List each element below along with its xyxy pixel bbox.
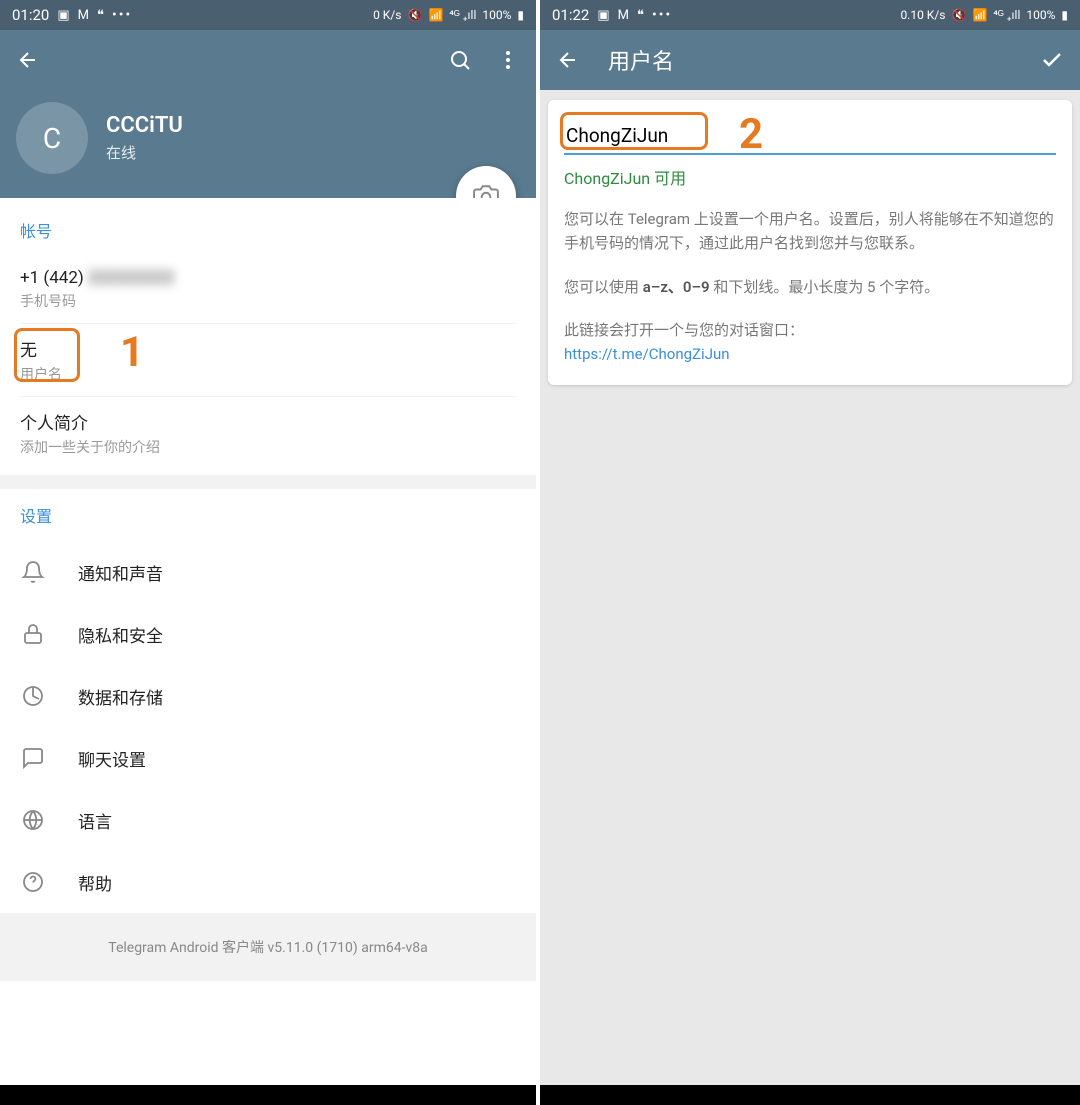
bio-value: 个人简介 bbox=[20, 409, 516, 434]
settings-header: 设置 bbox=[20, 503, 516, 527]
chat-icon bbox=[20, 745, 46, 771]
bell-icon bbox=[20, 559, 46, 585]
search-icon[interactable] bbox=[448, 48, 472, 72]
more-icon: ••• bbox=[112, 7, 132, 23]
settings-section: 设置 bbox=[0, 489, 536, 541]
status-time: 01:22 bbox=[552, 6, 589, 24]
settings-label: 帮助 bbox=[78, 870, 112, 895]
account-header: 帐号 bbox=[20, 218, 516, 242]
settings-list: 通知和声音 隐私和安全 数据和存储 聊天设置 语言 帮助 bbox=[0, 541, 536, 913]
more-icon: ••• bbox=[652, 7, 672, 23]
mail-icon: M bbox=[618, 8, 629, 23]
settings-item-data[interactable]: 数据和存储 bbox=[0, 665, 536, 727]
account-section: 帐号 +1 (442) 222222222 手机号码 无 用户名 1 个人简介 … bbox=[0, 198, 536, 475]
network-speed: 0 K/s bbox=[373, 8, 401, 22]
help-icon bbox=[20, 869, 46, 895]
settings-label: 通知和声音 bbox=[78, 560, 163, 585]
username-link[interactable]: https://t.me/ChongZiJun bbox=[564, 345, 730, 363]
nav-bar bbox=[540, 1085, 1080, 1105]
confirm-button[interactable] bbox=[1040, 48, 1064, 72]
mute-icon: 🔇 bbox=[407, 8, 422, 22]
username-card: 2 ChongZiJun 可用 您可以在 Telegram 上设置一个用户名。设… bbox=[548, 100, 1072, 385]
settings-screen: 01:20 ▣ M ❝ ••• 0 K/s 🔇 📶 ⁴ᴳ ₊ıll 100% ▮ bbox=[0, 0, 540, 1105]
back-button[interactable] bbox=[16, 48, 40, 72]
hangouts-icon: ❝ bbox=[637, 8, 644, 23]
avatar[interactable]: C bbox=[16, 102, 88, 174]
settings-label: 聊天设置 bbox=[78, 746, 146, 771]
settings-item-privacy[interactable]: 隐私和安全 bbox=[0, 603, 536, 665]
settings-label: 数据和存储 bbox=[78, 684, 163, 709]
status-bar: 01:22 ▣ M ❝ ••• 0.10 K/s 🔇 📶 ⁴ᴳ ₊ıll 100… bbox=[540, 0, 1080, 30]
signal-icon: ⁴ᴳ ₊ıll bbox=[449, 8, 476, 22]
username-value: 无 bbox=[20, 336, 516, 361]
username-availability: ChongZiJun 可用 bbox=[564, 165, 1056, 189]
username-link-description: 此链接会打开一个与您的对话窗口： bbox=[564, 319, 1056, 340]
settings-label: 隐私和安全 bbox=[78, 622, 163, 647]
battery-text: 100% bbox=[1026, 8, 1055, 22]
hangouts-icon: ❝ bbox=[97, 8, 104, 23]
data-icon bbox=[20, 683, 46, 709]
image-icon: ▣ bbox=[57, 8, 69, 23]
annotation-number-1: 1 bbox=[120, 328, 144, 377]
lock-icon bbox=[20, 621, 46, 647]
image-icon: ▣ bbox=[597, 8, 609, 23]
settings-item-help[interactable]: 帮助 bbox=[0, 851, 536, 913]
page-title: 用户名 bbox=[608, 44, 674, 76]
settings-item-chat[interactable]: 聊天设置 bbox=[0, 727, 536, 789]
back-button[interactable] bbox=[556, 48, 580, 72]
battery-icon: ▮ bbox=[1061, 8, 1068, 22]
status-time: 01:20 bbox=[12, 6, 49, 24]
wifi-icon: 📶 bbox=[972, 8, 987, 22]
phone-item[interactable]: +1 (442) 222222222 手机号码 bbox=[20, 256, 516, 324]
phone-label: 手机号码 bbox=[20, 291, 516, 311]
phone-value: +1 (442) 222222222 bbox=[20, 268, 516, 288]
profile-header: C CCCiTU 在线 bbox=[0, 90, 536, 198]
username-description-1: 您可以在 Telegram 上设置一个用户名。设置后，别人将能够在不知道您的手机… bbox=[564, 207, 1056, 255]
mute-icon: 🔇 bbox=[951, 8, 966, 22]
profile-name: CCCiTU bbox=[106, 113, 183, 138]
username-input[interactable] bbox=[564, 118, 1056, 155]
divider bbox=[0, 475, 536, 489]
username-label: 用户名 bbox=[20, 364, 516, 384]
battery-text: 100% bbox=[482, 8, 511, 22]
annotation-number-2: 2 bbox=[739, 110, 763, 159]
status-bar: 01:20 ▣ M ❝ ••• 0 K/s 🔇 📶 ⁴ᴳ ₊ıll 100% ▮ bbox=[0, 0, 536, 30]
battery-icon: ▮ bbox=[517, 8, 524, 22]
wifi-icon: 📶 bbox=[428, 8, 443, 22]
bio-label: 添加一些关于你的介绍 bbox=[20, 437, 516, 457]
settings-item-notifications[interactable]: 通知和声音 bbox=[0, 541, 536, 603]
more-icon[interactable] bbox=[496, 48, 520, 72]
settings-item-language[interactable]: 语言 bbox=[0, 789, 536, 851]
bio-item[interactable]: 个人简介 添加一些关于你的介绍 bbox=[20, 397, 516, 469]
app-bar: 用户名 bbox=[540, 30, 1080, 90]
settings-label: 语言 bbox=[78, 808, 112, 833]
username-item[interactable]: 无 用户名 1 bbox=[20, 324, 516, 397]
globe-icon bbox=[20, 807, 46, 833]
version-footer: Telegram Android 客户端 v5.11.0 (1710) arm6… bbox=[0, 913, 536, 981]
mail-icon: M bbox=[78, 8, 89, 23]
username-description-2: 您可以使用 a–z、0–9 和下划线。最小长度为 5 个字符。 bbox=[564, 275, 1056, 299]
network-speed: 0.10 K/s bbox=[900, 8, 945, 22]
nav-bar bbox=[0, 1085, 536, 1105]
username-edit-screen: 01:22 ▣ M ❝ ••• 0.10 K/s 🔇 📶 ⁴ᴳ ₊ıll 100… bbox=[540, 0, 1080, 1105]
app-bar bbox=[0, 30, 536, 90]
signal-icon: ⁴ᴳ ₊ıll bbox=[993, 8, 1020, 22]
profile-status: 在线 bbox=[106, 142, 183, 163]
